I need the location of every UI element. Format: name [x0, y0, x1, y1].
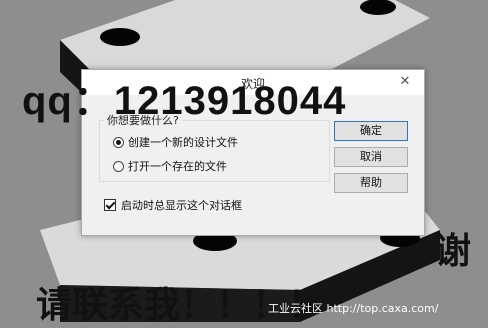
- cancel-button[interactable]: 取消: [334, 147, 408, 167]
- radio-button[interactable]: [113, 160, 124, 172]
- radio-button-checked[interactable]: [113, 136, 124, 148]
- site-footer: 工业云社区 http://top.caxa.com/: [268, 302, 439, 315]
- radio-open-existing-label: 打开一个存在的文件: [128, 160, 227, 173]
- startup-checkbox-label: 启动时总显示这个对话框: [121, 199, 242, 212]
- qq-watermark: qq：1213918044: [22, 79, 347, 123]
- radio-create-new[interactable]: 创建一个新的设计文件: [113, 134, 238, 150]
- action-groupbox: 你想要做什么? 创建一个新的设计文件 打开一个存在的文件: [99, 112, 330, 182]
- startup-checkbox-row[interactable]: 启动时总显示这个对话框: [104, 197, 242, 213]
- close-icon[interactable]: ✕: [396, 73, 414, 91]
- startup-checkbox[interactable]: [104, 199, 116, 211]
- help-button[interactable]: 帮助: [334, 173, 408, 193]
- radio-create-new-label: 创建一个新的设计文件: [128, 136, 238, 149]
- radio-open-existing[interactable]: 打开一个存在的文件: [113, 158, 227, 174]
- thanks-watermark: 谢: [435, 231, 472, 272]
